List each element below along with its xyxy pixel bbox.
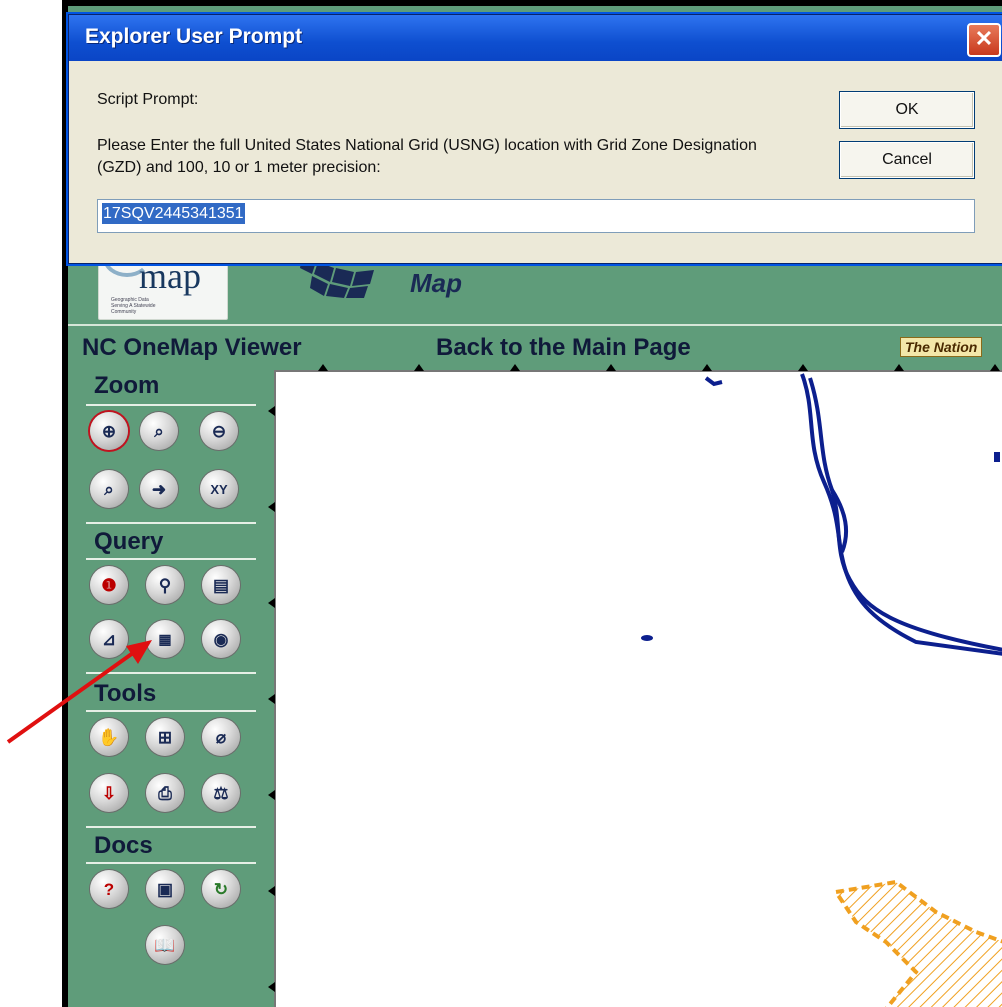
divider (86, 522, 256, 524)
divider (86, 558, 256, 560)
eraser-icon[interactable]: ⌀ (202, 718, 240, 756)
query-layer-icon[interactable]: ▤ (202, 566, 240, 604)
cancel-button[interactable]: Cancel (839, 141, 975, 179)
printer-icon[interactable]: ⎙ (146, 774, 184, 812)
divider (86, 404, 256, 406)
nav-bar: NC OneMap Viewer Back to the Main Page T… (68, 324, 1002, 364)
arrow-pan-icon[interactable]: ➜ (140, 470, 178, 508)
query-section-title: Query (94, 528, 164, 555)
lake-marks (641, 452, 1000, 641)
usng-input-value: 17SQV2445341351 (102, 203, 245, 224)
xy-coordinate-icon[interactable]: XY (200, 470, 238, 508)
viewer-title-link[interactable]: NC OneMap Viewer (82, 334, 302, 362)
prompt-message: Please Enter the full United States Nati… (97, 137, 757, 176)
buffer-icon[interactable]: ◉ (202, 620, 240, 658)
ok-button[interactable]: OK (839, 91, 975, 129)
script-prompt-label: Script Prompt: (97, 91, 199, 108)
refresh-icon[interactable]: ↻ (202, 870, 240, 908)
scale-icon[interactable]: ⚖ (202, 774, 240, 812)
zoom-previous-icon[interactable]: ⌕ (90, 470, 128, 508)
info-icon[interactable]: ❶ (90, 566, 128, 604)
divider (86, 862, 256, 864)
zoom-out-icon[interactable]: ⊖ (200, 412, 238, 450)
national-map-link[interactable]: The Nation (900, 337, 983, 357)
zoom-section-title: Zoom (94, 372, 160, 399)
back-to-main-link[interactable]: Back to the Main Page (436, 334, 691, 362)
logo-tagline: Geographic Data Serving A Statewide Comm… (111, 297, 156, 315)
usng-input[interactable]: 17SQV2445341351 (97, 199, 975, 233)
map-canvas (641, 373, 1002, 1007)
metadata-icon[interactable]: ▣ (146, 870, 184, 908)
help-icon[interactable]: ? (90, 870, 128, 908)
book-icon[interactable]: 📖 (146, 926, 184, 964)
zoom-in-icon[interactable]: ⊕ (90, 412, 128, 450)
dialog-title: Explorer User Prompt (85, 25, 303, 48)
map-title-word: Map (410, 268, 462, 298)
download-icon[interactable]: ⇩ (90, 774, 128, 812)
map-view[interactable] (274, 370, 1002, 1007)
docs-section-title: Docs (94, 832, 153, 859)
river-lines (704, 373, 1002, 656)
dialog-titlebar[interactable]: Explorer User Prompt ✕ (69, 15, 1002, 61)
zoom-area-icon[interactable]: ⌕ (140, 412, 178, 450)
explorer-prompt-dialog: Explorer User Prompt ✕ Script Prompt: Pl… (68, 14, 1002, 264)
divider (86, 826, 256, 828)
close-icon[interactable]: ✕ (967, 23, 1001, 57)
binoculars-icon[interactable]: ⚲ (146, 566, 184, 604)
red-annotation-arrow-icon (6, 640, 152, 744)
county-boundary (832, 879, 1002, 1007)
